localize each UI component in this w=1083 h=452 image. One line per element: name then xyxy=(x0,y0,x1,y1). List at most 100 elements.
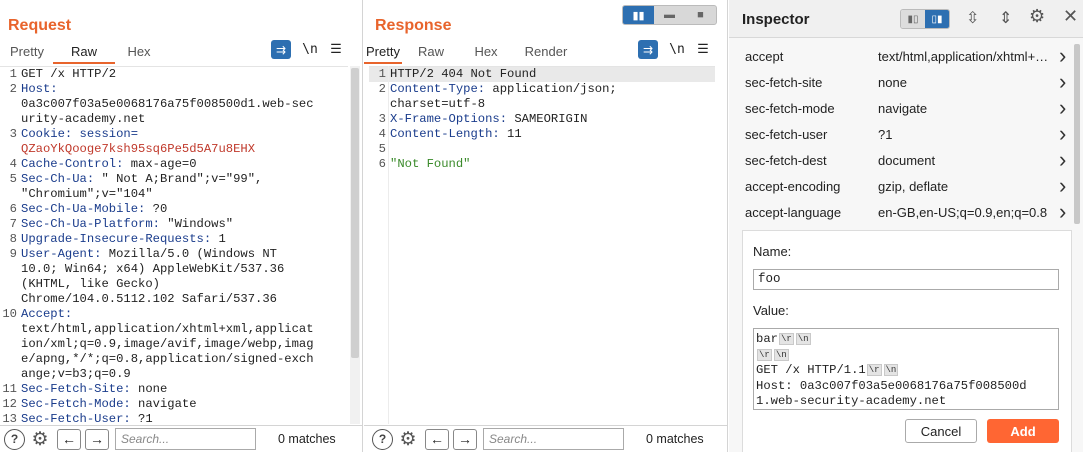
header-row[interactable]: sec-fetch-mode navigate › xyxy=(729,95,1071,121)
response-pane: Response ▮▮ ▬ ■ Pretty Raw Hex Render ⇉ \n … xyxy=(364,0,728,452)
newline-toggle[interactable]: \n xyxy=(297,42,323,57)
request-editor[interactable]: 1 GET /x HTTP/2 2 Host: 0a3c007f03a5e0068176… xyxy=(0,66,348,424)
header-row[interactable]: accept-language en-GB,en-US;q=0.9,en;q=0.… xyxy=(729,199,1071,225)
newline-marker: \r xyxy=(757,348,772,361)
chevron-right-icon[interactable]: › xyxy=(1059,121,1071,147)
value-text: bar xyxy=(756,332,778,346)
header-row[interactable]: sec-fetch-dest document › xyxy=(729,147,1071,173)
previous-match-button[interactable]: ← xyxy=(425,428,449,450)
settings-gear-icon[interactable]: ⚙ xyxy=(29,428,51,451)
header-row[interactable]: accept-encoding gzip, deflate › xyxy=(729,173,1071,199)
line-number xyxy=(0,262,19,277)
inspector-scrollbar[interactable] xyxy=(1073,40,1081,226)
code-token: ?1 xyxy=(138,412,153,424)
code-token: session= xyxy=(79,127,139,141)
scroll-thumb[interactable] xyxy=(351,68,359,358)
response-editor[interactable]: 1 HTTP/2 404 Not Found 2 Content-Type: appl… xyxy=(369,66,715,424)
header-row[interactable]: sec-fetch-user ?1 › xyxy=(729,121,1071,147)
code-token: Sec-Ch-Ua: xyxy=(21,172,102,186)
tab-hex[interactable]: Hex xyxy=(115,42,163,64)
tab-pretty[interactable]: Pretty xyxy=(1,42,53,64)
previous-match-button[interactable]: ← xyxy=(57,428,81,450)
cancel-button[interactable]: Cancel xyxy=(905,419,977,443)
code-line: (KHTML, like Gecko) xyxy=(0,277,348,292)
request-scrollbar[interactable] xyxy=(350,66,360,424)
tab-raw[interactable]: Raw xyxy=(53,42,115,64)
layout-tabs-icon[interactable]: ■ xyxy=(685,6,716,24)
code-line: charset=utf-8 xyxy=(369,97,715,112)
code-line: 2 Host: xyxy=(0,82,348,97)
collapse-all-icon[interactable]: ⇕ xyxy=(999,8,1012,28)
value-field[interactable]: bar \r \n \r \n GET /x HTTP/1.1 \r \n Host: 0a3c… xyxy=(753,328,1059,410)
code-token: SAMEORIGIN xyxy=(514,112,588,126)
response-toolbar: ⇉ \n ☰ xyxy=(638,40,716,59)
menu-icon[interactable]: ☰ xyxy=(690,42,716,57)
layout-stacked-icon[interactable]: ▬ xyxy=(654,6,685,24)
scroll-thumb[interactable] xyxy=(1074,44,1080,224)
code-token: "Not Found" xyxy=(390,157,471,171)
header-row[interactable]: accept text/html,application/xhtml+xml,ap… xyxy=(729,43,1071,69)
code-token: urity-academy.net xyxy=(21,112,146,126)
tab-raw[interactable]: Raw xyxy=(402,42,460,64)
tab-pretty[interactable]: Pretty xyxy=(364,42,402,64)
tab-render[interactable]: Render xyxy=(512,42,580,64)
code-token: QZaoYkQooge7ksh95sq6Pe5d5A7u8EHX xyxy=(21,142,256,156)
header-key: accept-encoding xyxy=(745,178,841,194)
chevron-right-icon[interactable]: › xyxy=(1059,95,1071,121)
layout-side-by-side-icon[interactable]: ▮▮ xyxy=(623,6,654,24)
add-button[interactable]: Add xyxy=(987,419,1059,443)
code-token: Content-Type: xyxy=(390,82,493,96)
code-token: X-Frame-Options: xyxy=(390,112,515,126)
header-editor: Name: foo Value: bar \r \n \r \n GET /x HTTP/… xyxy=(742,230,1072,452)
value-line: GET /x HTTP/1.1 \r \n xyxy=(756,363,1056,379)
chevron-right-icon[interactable]: › xyxy=(1059,147,1071,173)
inspector-header: Inspector ▮▯ ▯▮ ⇳ ⇕ ⚙ ✕ xyxy=(729,0,1083,38)
layout-switch: ▮▮ ▬ ■ xyxy=(622,5,717,25)
code-token: Mozilla/5.0 (Windows NT xyxy=(108,247,277,261)
newline-marker: \r xyxy=(778,333,794,345)
help-icon[interactable]: ? xyxy=(4,428,25,450)
layout-right-icon[interactable]: ▯▮ xyxy=(925,10,949,28)
name-field[interactable]: foo xyxy=(753,269,1059,290)
code-line: urity-academy.net xyxy=(0,112,348,127)
header-list: accept text/html,application/xhtml+xml,ap… xyxy=(729,43,1071,225)
chevron-right-icon[interactable]: › xyxy=(1059,173,1071,199)
name-label: Name: xyxy=(753,244,792,259)
code-token: Cache-Control: xyxy=(21,157,131,171)
chevron-right-icon[interactable]: › xyxy=(1059,43,1071,69)
code-token: GET /x HTTP/2 xyxy=(21,67,117,81)
header-row[interactable]: sec-fetch-site none › xyxy=(729,69,1071,95)
close-icon[interactable]: ✕ xyxy=(1063,6,1078,27)
next-match-button[interactable]: → xyxy=(85,428,109,450)
line-number xyxy=(0,367,19,382)
line-number xyxy=(0,292,19,307)
code-token: ?0 xyxy=(152,202,168,216)
code-line: 7 Sec-Ch-Ua-Platform: "Windows" xyxy=(0,217,348,232)
code-token: Sec-Fetch-User: xyxy=(21,412,139,424)
help-icon[interactable]: ? xyxy=(372,428,393,450)
chevron-right-icon[interactable]: › xyxy=(1059,199,1071,225)
expand-all-icon[interactable]: ⇳ xyxy=(966,8,979,28)
inspector-settings-gear-icon[interactable]: ⚙ xyxy=(1029,6,1045,27)
menu-icon[interactable]: ☰ xyxy=(323,42,349,57)
request-search-input[interactable]: Search... xyxy=(115,428,256,450)
wrap-lines-icon[interactable]: ⇉ xyxy=(271,40,291,59)
code-line: ange;v=b3;q=0.9 xyxy=(0,367,348,382)
newline-toggle[interactable]: \n xyxy=(664,42,690,57)
newline-marker: \n xyxy=(773,348,789,361)
code-token: 11 xyxy=(507,127,522,141)
wrap-lines-icon[interactable]: ⇉ xyxy=(638,40,658,59)
response-search-input[interactable]: Search... xyxy=(483,428,624,450)
line-number: 9 xyxy=(9,247,17,261)
code-line: 10 Accept: xyxy=(0,307,348,322)
tab-hex[interactable]: Hex xyxy=(460,42,512,64)
layout-left-icon[interactable]: ▮▯ xyxy=(901,10,925,28)
code-token: Sec-Ch-Ua-Platform: xyxy=(21,217,168,231)
line-number xyxy=(0,112,19,127)
code-token: Sec-Fetch-Mode: xyxy=(21,397,139,411)
chevron-right-icon[interactable]: › xyxy=(1059,69,1071,95)
next-match-button[interactable]: → xyxy=(453,428,477,450)
code-token: HTTP/2 404 Not Found xyxy=(390,67,537,81)
settings-gear-icon[interactable]: ⚙ xyxy=(397,428,419,451)
code-token: charset=utf-8 xyxy=(390,97,486,111)
